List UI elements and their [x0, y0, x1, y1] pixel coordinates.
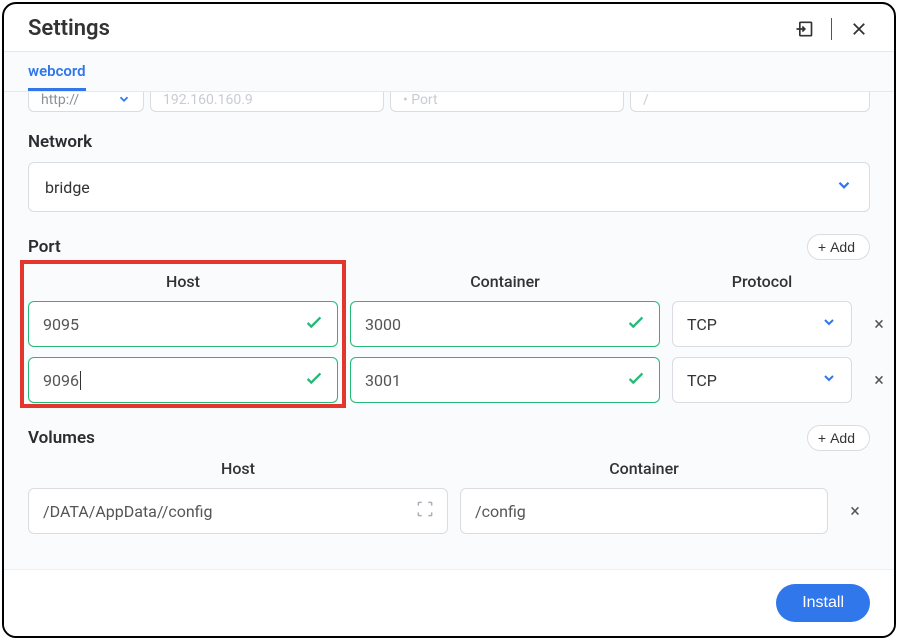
- url-port-input[interactable]: • Port: [390, 92, 624, 112]
- port-protocol-value: TCP: [687, 315, 717, 334]
- url-port-placeholder: • Port: [403, 92, 438, 108]
- port-container-header: Container: [350, 272, 660, 291]
- volumes-container-header: Container: [460, 459, 828, 478]
- port-protocol-value: TCP: [687, 371, 717, 390]
- network-value: bridge: [45, 178, 90, 197]
- tabs-bar: webcord: [4, 51, 894, 92]
- network-label: Network: [28, 132, 870, 152]
- volume-host-input[interactable]: /DATA/AppData//config: [28, 488, 448, 534]
- check-icon: [303, 367, 325, 393]
- modal-title: Settings: [28, 16, 110, 41]
- modal-footer: Install: [4, 569, 894, 636]
- network-select[interactable]: bridge: [28, 162, 870, 212]
- volumes-add-label: Add: [830, 430, 855, 446]
- volume-container-value: /config: [475, 502, 526, 521]
- volume-container-input[interactable]: /config: [460, 488, 828, 534]
- port-host-value: 9095: [43, 315, 79, 334]
- chevron-down-icon: [821, 370, 837, 390]
- content-area: http:// 192.160.160.9 • Port / Network b…: [4, 92, 894, 569]
- header-divider: [831, 18, 832, 40]
- port-host-value: 9096: [43, 371, 81, 390]
- volume-host-value: /DATA/AppData//config: [43, 502, 213, 521]
- url-row-cutoff: http:// 192.160.160.9 • Port /: [28, 92, 870, 112]
- modal-header: Settings: [4, 4, 894, 51]
- volume-row: /DATA/AppData//config /config ×: [28, 488, 870, 534]
- url-protocol-value: http://: [41, 92, 79, 108]
- check-icon: [625, 311, 647, 337]
- port-protocol-select[interactable]: TCP: [672, 301, 852, 347]
- plus-icon: +: [818, 430, 826, 446]
- url-host-value: 192.160.160.9: [163, 92, 253, 108]
- port-container-value: 3001: [365, 371, 401, 390]
- port-protocol-header: Protocol: [672, 272, 852, 291]
- url-path-input[interactable]: /: [630, 92, 870, 112]
- settings-modal: Settings webcord http:// 192.160.160.9: [2, 2, 896, 638]
- volumes-add-button[interactable]: + Add: [807, 425, 870, 451]
- export-icon[interactable]: [793, 18, 815, 40]
- install-button[interactable]: Install: [776, 584, 870, 622]
- browse-icon[interactable]: [415, 499, 435, 523]
- close-icon[interactable]: [848, 18, 870, 40]
- port-label: Port: [28, 237, 61, 257]
- port-container-value: 3000: [365, 315, 401, 334]
- volume-remove-button[interactable]: ×: [840, 501, 870, 522]
- check-icon: [625, 367, 647, 393]
- volumes-host-header: Host: [28, 459, 448, 478]
- port-add-label: Add: [830, 239, 855, 255]
- chevron-down-icon: [117, 92, 131, 110]
- volumes-label: Volumes: [28, 428, 95, 448]
- header-actions: [793, 18, 870, 40]
- port-container-input[interactable]: 3000: [350, 301, 660, 347]
- port-row: 9095 3000 TCP ×: [28, 301, 870, 347]
- port-host-input[interactable]: 9096: [28, 357, 338, 403]
- url-path-value: /: [643, 92, 649, 108]
- port-host-header: Host: [28, 272, 338, 291]
- url-protocol-select[interactable]: http://: [28, 92, 144, 112]
- plus-icon: +: [818, 239, 826, 255]
- port-remove-button[interactable]: ×: [864, 314, 894, 335]
- port-container-input[interactable]: 3001: [350, 357, 660, 403]
- port-add-button[interactable]: + Add: [807, 234, 870, 260]
- port-section-header: Port + Add: [28, 234, 870, 260]
- port-remove-button[interactable]: ×: [864, 370, 894, 391]
- chevron-down-icon: [835, 176, 853, 198]
- check-icon: [303, 311, 325, 337]
- chevron-down-icon: [821, 314, 837, 334]
- port-protocol-select[interactable]: TCP: [672, 357, 852, 403]
- port-row: 9096 3001 TCP ×: [28, 357, 870, 403]
- url-host-input[interactable]: 192.160.160.9: [150, 92, 384, 112]
- volumes-section-header: Volumes + Add: [28, 425, 870, 451]
- volumes-column-headers: Host Container: [28, 459, 870, 478]
- port-host-input[interactable]: 9095: [28, 301, 338, 347]
- tab-webcord[interactable]: webcord: [28, 52, 86, 91]
- port-column-headers: Host Container Protocol: [28, 272, 870, 291]
